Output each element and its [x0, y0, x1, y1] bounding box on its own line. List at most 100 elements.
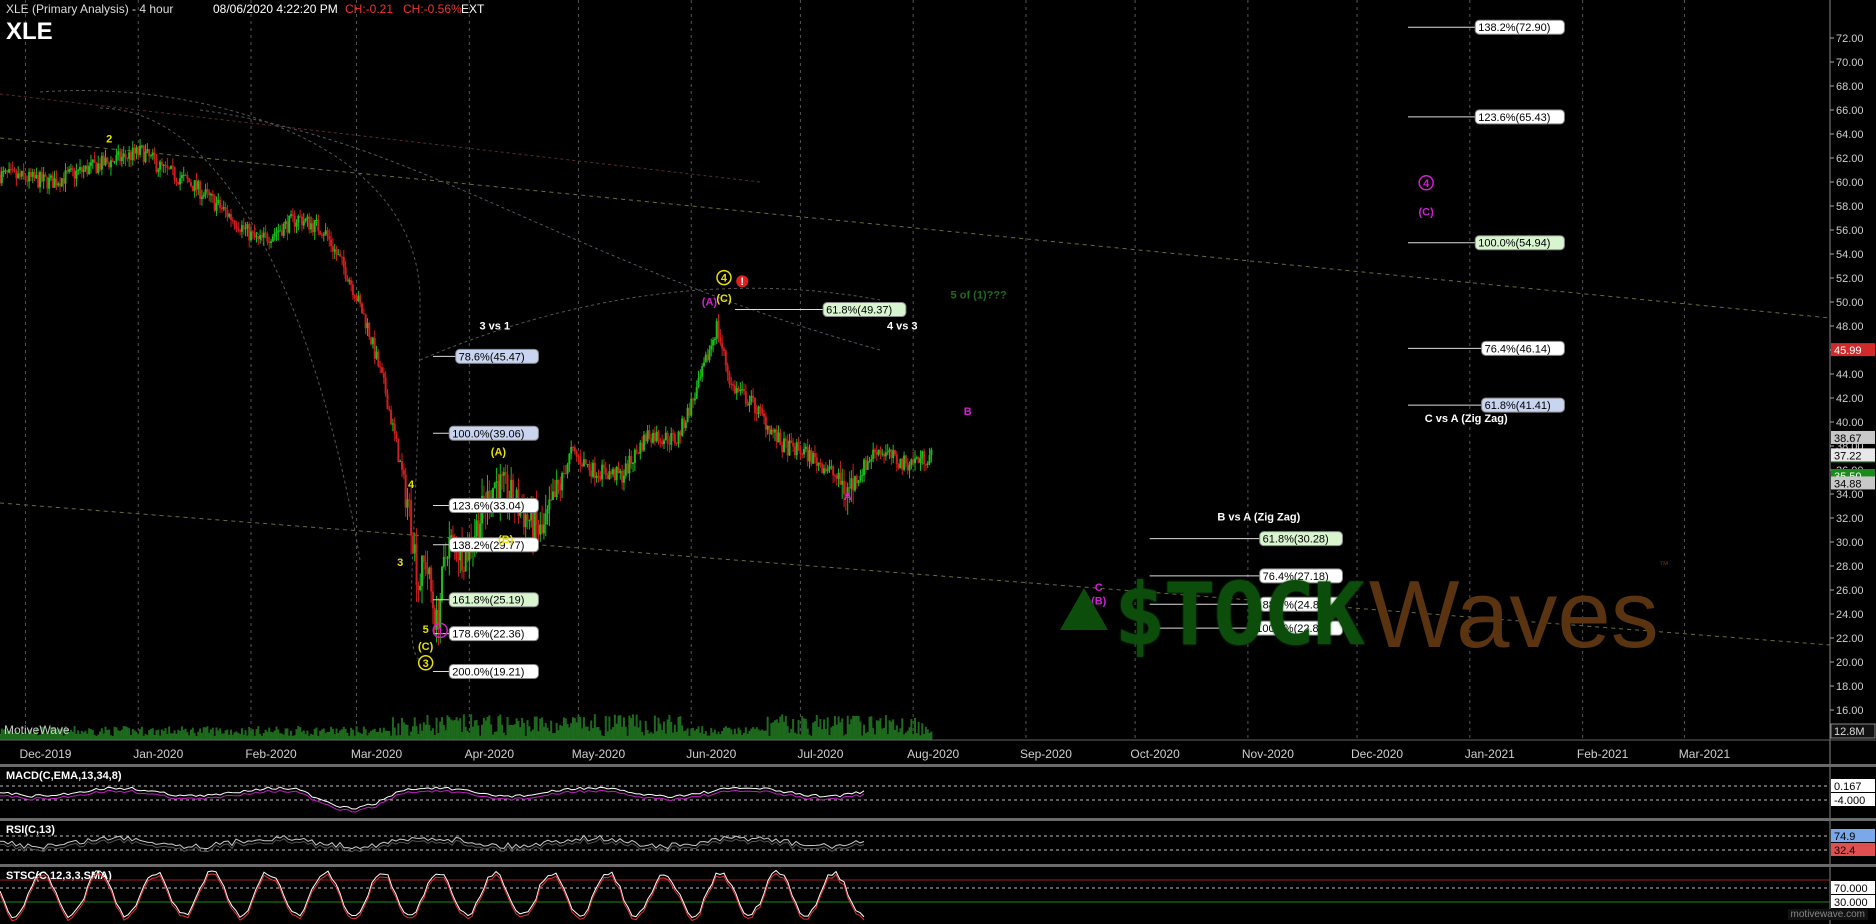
volume-bar: [355, 726, 358, 740]
volume-bar: [411, 726, 414, 740]
volume-bar: [310, 733, 313, 740]
volume-bar: [71, 731, 74, 740]
candle-body: [879, 449, 882, 454]
volume-bar: [391, 717, 394, 740]
candle-body: [315, 220, 318, 222]
volume-bar: [481, 724, 484, 740]
candle-body: [930, 449, 933, 456]
volume-bar: [632, 714, 635, 740]
volume-bar: [639, 720, 642, 740]
candle-body: [801, 453, 804, 455]
price-chart[interactable]: 78.6%(45.47)100.0%(39.06)123.6%(33.04)13…: [0, 0, 1876, 924]
candle-body: [415, 544, 418, 586]
volume-bar: [877, 720, 880, 740]
volume-bar: [824, 729, 827, 740]
candle-body: [728, 373, 731, 384]
wave-label: 5: [423, 624, 429, 636]
motivewave-watermark: MotiveWave: [4, 723, 70, 737]
volume-bar: [732, 734, 735, 740]
candle-body: [584, 459, 587, 465]
candle-body: [348, 280, 351, 282]
volume-bar: [148, 730, 151, 740]
volume-bar: [213, 735, 216, 740]
candle-body: [117, 151, 120, 155]
volume-bar: [137, 733, 140, 740]
y-tick-label: 24.00: [1836, 609, 1864, 621]
candle-body: [657, 431, 660, 442]
volume-bar: [895, 725, 898, 740]
volume-bar: [275, 726, 278, 740]
volume-bar: [686, 728, 689, 740]
volume-bar: [153, 734, 156, 740]
candle-body: [442, 556, 445, 567]
candle-body: [850, 478, 853, 489]
volume-bar: [499, 714, 502, 740]
volume-bar: [884, 715, 887, 740]
indicator-tick-label: 70.000: [1834, 883, 1868, 895]
candle-body: [291, 214, 294, 216]
volume-bar: [426, 714, 429, 740]
candle-body: [839, 472, 842, 485]
volume-bar: [413, 717, 416, 740]
candle-body: [317, 220, 320, 232]
volume-bar: [624, 726, 627, 740]
volume-bar: [524, 735, 527, 740]
volume-bar: [217, 730, 220, 740]
volume-bar: [806, 728, 809, 740]
candle-body: [579, 456, 582, 465]
volume-bar: [784, 715, 787, 740]
candle-body: [886, 451, 889, 453]
volume-bar: [837, 716, 840, 740]
candle-body: [914, 458, 916, 464]
volume-bar: [228, 734, 231, 740]
volume-bar: [279, 733, 282, 740]
candle-body: [417, 585, 420, 591]
y-tick-label: 34.00: [1836, 489, 1864, 501]
wave-label: (B): [498, 534, 514, 546]
fib-label: 178.6%(22.36): [452, 629, 524, 641]
volume-bar: [113, 726, 116, 740]
candle-body: [308, 216, 311, 230]
candle-body: [804, 446, 807, 449]
candle-body: [655, 431, 658, 442]
candle-body: [69, 168, 72, 170]
candle-body: [84, 165, 87, 170]
volume-bar: [468, 732, 471, 740]
candle-body: [761, 408, 764, 414]
volume-bar: [579, 716, 582, 740]
volume-bar: [752, 727, 755, 740]
candle-body: [28, 172, 31, 182]
candle-body: [0, 171, 3, 184]
volume-bar: [748, 730, 751, 740]
volume-bar: [444, 730, 447, 740]
candle-body: [815, 457, 818, 466]
candle-body: [821, 463, 824, 474]
candle-body: [124, 153, 127, 158]
x-tick-label: Mar-2020: [351, 747, 403, 761]
candle-body: [653, 432, 656, 442]
candle-body: [6, 170, 9, 173]
volume-bar: [864, 733, 867, 740]
candle-body: [743, 389, 746, 392]
volume-tag-label: 12.8M: [1834, 726, 1865, 738]
volume-bar: [388, 731, 391, 740]
volume-bar: [135, 731, 138, 740]
fib-label: 161.8%(25.19): [452, 595, 524, 607]
candle-body: [797, 442, 800, 451]
volume-bar: [126, 727, 129, 740]
candle-body: [160, 161, 163, 166]
volume-bar: [619, 715, 622, 740]
volume-bar: [702, 733, 705, 740]
volume-bar: [557, 730, 560, 740]
candle-body: [730, 383, 733, 385]
candle-body: [575, 451, 578, 457]
volume-bar: [695, 728, 698, 740]
candle-body: [719, 337, 722, 343]
volume-bar: [193, 732, 196, 740]
annotation-text: C vs A (Zig Zag): [1425, 413, 1508, 425]
volume-bar: [208, 732, 211, 740]
volume-bar: [601, 735, 604, 740]
candle-body: [88, 165, 91, 175]
volume-bar: [693, 730, 696, 740]
candle-body: [113, 161, 116, 163]
